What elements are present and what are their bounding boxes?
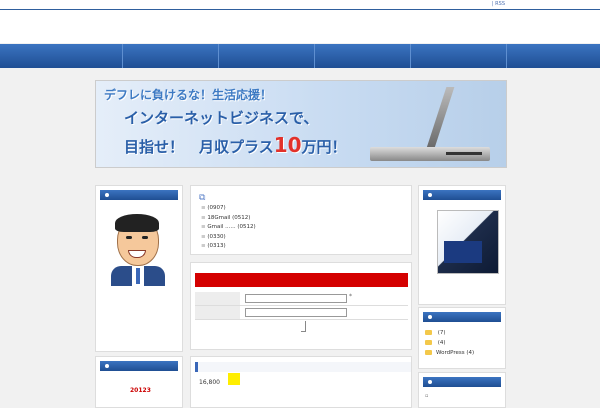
top-bar: RSS [0,0,600,10]
category-list: (7) (4) WordPress (4) [425,328,474,358]
widget-header [100,361,178,371]
price-section: 16,800 [190,356,412,408]
left-widget-2: 20123 [95,356,183,408]
category-item[interactable]: WordPress (4) [425,348,474,358]
hero-banner[interactable]: デフレに負けるな！生活応援！ インターネットビジネスで、 目指せ！ 月収プラス1… [95,80,507,168]
price-text: 16,800 [199,379,220,386]
right-widget-3: ▫ [418,372,506,408]
document-icon: ⧉ [199,193,206,203]
bullet-icon [105,364,109,368]
list-item[interactable]: Gmail ...... (0512) [201,223,255,233]
global-nav [0,44,600,68]
tie [136,268,140,284]
category-label[interactable]: WordPress [436,350,465,356]
nav-item-5[interactable] [411,44,507,68]
bullet-icon [428,315,432,319]
folder-icon [425,350,432,355]
list-item[interactable]: (0330) [201,233,256,243]
banner-amount: 10 [273,133,302,157]
required-mark: * [349,293,352,300]
form-label [195,292,240,305]
form-row-1: * [195,292,408,306]
category-item[interactable]: (4) [425,338,474,348]
news-list: (0907) 18Gmail (0512) Gmail ...... (0512… [201,204,256,252]
form-label [195,306,240,319]
list-item[interactable]: 18Gmail (0512) [201,214,256,224]
laptop-image [366,85,496,163]
laptop-ports [446,152,482,155]
widget-header [423,190,501,200]
bullet-icon [105,193,109,197]
contact-form: * [190,262,412,350]
folder-icon [425,330,432,335]
laptop-screen [425,87,455,151]
category-count: (4) [466,350,475,356]
category-widget: (7) (4) WordPress (4) [418,307,506,369]
widget-header [423,312,501,322]
product-image[interactable] [437,210,499,274]
banner-line-3-pre: 目指せ！ 月収プラス [124,138,274,156]
left-eye [126,236,132,239]
nav-item-2[interactable] [123,44,219,68]
banner-line-1: デフレに負けるな！生活応援！ [104,88,273,102]
widget-red-text: 20123 [130,387,151,394]
banner-line-3: 目指せ！ 月収プラス10万円！ [124,133,347,157]
list-icon: ▫ [425,393,429,399]
profile-widget [95,185,183,352]
email-input[interactable] [245,308,347,317]
submit-button[interactable] [301,321,306,332]
avatar [108,212,168,292]
form-header-bar [195,273,408,287]
right-eye [142,236,148,239]
list-item[interactable]: (0313) [201,242,256,252]
site-header [0,10,600,43]
folder-icon [425,340,432,345]
widget-header [100,190,178,200]
category-count: (4) [437,340,446,346]
rss-link[interactable]: RSS [492,1,505,7]
list-item[interactable]: (0907) [201,204,256,214]
banner-line-3-post: 万円！ [301,138,347,156]
widget-header [423,377,501,387]
nav-item-3[interactable] [219,44,315,68]
name-input[interactable] [245,294,347,303]
category-count: (7) [437,330,446,336]
news-widget: ⧉ (0907) 18Gmail (0512) Gmail ...... (05… [190,185,412,255]
banner-line-2: インターネットビジネスで、 [124,109,319,127]
bullet-icon [428,380,432,384]
form-row-2 [195,306,408,320]
hair [115,214,159,232]
nav-item-1[interactable] [0,44,123,68]
product-widget [418,185,506,305]
nav-item-4[interactable] [315,44,411,68]
section-header-bar [195,362,411,372]
highlight-box [228,373,240,385]
bullet-icon [428,193,432,197]
category-item[interactable]: (7) [425,328,474,338]
